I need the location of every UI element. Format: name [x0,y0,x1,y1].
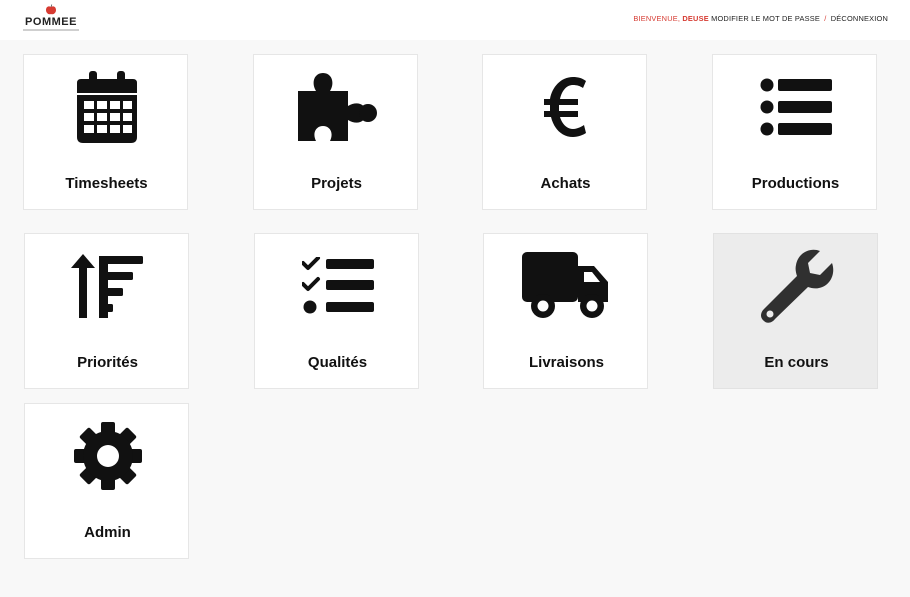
logout-link[interactable]: DÉCONNEXION [831,14,888,23]
wrench-icon [760,249,833,323]
change-password-link[interactable]: MODIFIER LE MOT DE PASSE [711,14,820,23]
welcome-label: BIENVENUE, [633,14,681,23]
checklist-icon [301,257,374,314]
top-bar: POMMEE BIENVENUE, DEUSE MODIFIER LE MOT … [0,0,910,40]
list-icon [760,78,832,136]
logo-text: POMMEE [25,16,77,28]
tile-priorites[interactable]: Priorités [24,233,189,389]
tile-qualites[interactable]: Qualités [254,233,419,389]
tile-label: Admin [84,524,131,541]
tile-label: Productions [751,175,840,192]
tile-achats[interactable]: Achats [482,54,647,210]
username: DEUSE [682,14,709,23]
euro-icon [543,77,586,137]
gear-icon [73,422,142,490]
truck-icon [521,252,608,318]
tile-projets[interactable]: Projets [253,54,418,210]
tile-admin[interactable]: Admin [24,403,189,559]
tile-timesheets[interactable]: Timesheets [23,54,188,210]
sort-priority-icon [70,254,143,318]
apple-logo-icon [46,4,56,15]
tile-label: En cours [764,354,829,371]
user-nav: BIENVENUE, DEUSE MODIFIER LE MOT DE PASS… [633,14,888,23]
pommee-logo[interactable]: POMMEE [19,4,83,34]
tile-productions[interactable]: Productions [712,54,877,210]
tile-label: Projets [311,175,362,192]
tile-label: Qualités [307,354,368,371]
logo-tagline [23,29,79,31]
calendar-icon [76,71,137,143]
tile-livraisons[interactable]: Livraisons [483,233,648,389]
puzzle-icon [297,73,377,141]
tile-en-cours[interactable]: En cours [713,233,878,389]
tile-label: Timesheets [65,175,148,192]
tile-label: Achats [540,175,591,192]
nav-separator: / [824,14,827,23]
tile-label: Livraisons [528,354,605,371]
tile-label: Priorités [77,354,138,371]
